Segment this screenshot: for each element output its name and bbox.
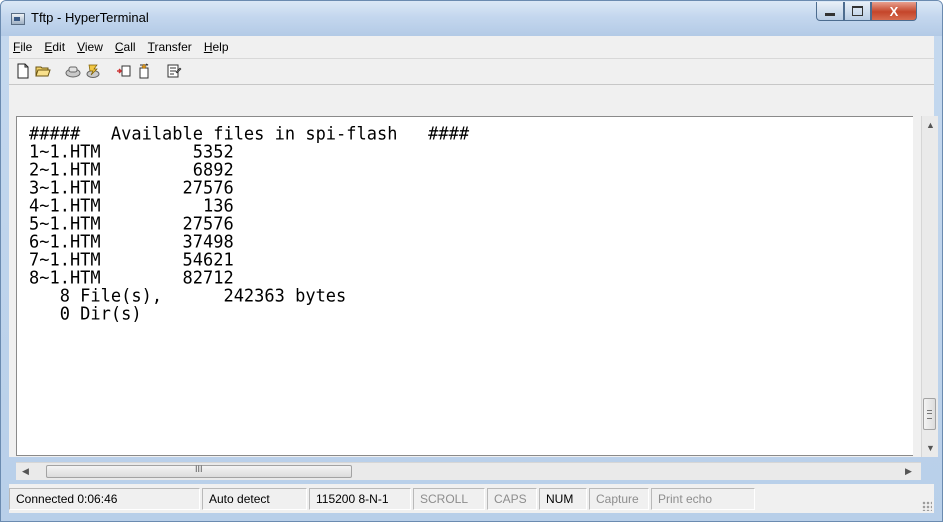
title-bar[interactable]: Tftp - HyperTerminal X (1, 1, 942, 36)
receive-file-icon (139, 63, 149, 79)
properties-icon (167, 64, 182, 78)
send-button[interactable] (116, 63, 132, 79)
status-settings: 115200 8-N-1 (309, 487, 411, 510)
grip-icon (927, 410, 932, 419)
terminal-line: 3~1.HTM 27576 (29, 177, 234, 199)
menu-file[interactable]: File (9, 40, 38, 54)
terminal-line: 1~1.HTM 5352 (29, 141, 234, 163)
toolbar (9, 59, 934, 85)
vertical-scroll-thumb[interactable] (923, 398, 936, 430)
window-title: Tftp - HyperTerminal (31, 10, 149, 25)
status-emulation: Auto detect (202, 487, 307, 510)
menu-transfer[interactable]: Transfer (142, 40, 198, 54)
open-icon (35, 66, 51, 77)
maximize-icon (852, 6, 863, 16)
terminal-line: 4~1.HTM 136 (29, 195, 234, 217)
menu-help[interactable]: Help (198, 40, 235, 54)
terminal-frame: ##### Available files in spi-flash #### … (9, 85, 934, 457)
maximize-button[interactable] (844, 2, 871, 21)
disconnect-button[interactable] (85, 63, 101, 79)
terminal-line: ##### Available files in spi-flash #### (29, 123, 470, 145)
status-print-echo: Print echo (651, 487, 755, 510)
menu-bar: File Edit View Call Transfer Help (9, 36, 934, 59)
send-file-icon (117, 65, 131, 77)
disconnect-icon (86, 64, 100, 78)
menu-view[interactable]: View (71, 40, 109, 54)
properties-button[interactable] (166, 63, 182, 79)
grip-icon: III (195, 464, 203, 474)
status-capture: Capture (589, 487, 649, 510)
new-connection-icon (17, 63, 29, 79)
scroll-right-arrow-icon[interactable]: ▶ (905, 467, 912, 476)
terminal-line: 6~1.HTM 37498 (29, 231, 234, 253)
terminal-screen[interactable]: ##### Available files in spi-flash #### … (16, 116, 913, 456)
terminal-line: 8~1.HTM 82712 (29, 267, 234, 289)
scroll-up-arrow-icon[interactable]: ▲ (926, 121, 935, 130)
new-connection-button[interactable] (15, 63, 31, 79)
scroll-left-arrow-icon[interactable]: ◀ (22, 467, 29, 476)
connect-button[interactable] (65, 63, 81, 79)
connect-phone-icon (65, 66, 81, 78)
close-icon: X (889, 3, 899, 19)
open-button[interactable] (35, 63, 51, 79)
scroll-down-arrow-icon[interactable]: ▼ (926, 444, 935, 453)
status-scroll: SCROLL (413, 487, 485, 510)
close-button[interactable]: X (871, 2, 917, 21)
terminal-line: 8 File(s), 242363 bytes (29, 285, 347, 307)
terminal-line: 2~1.HTM 6892 (29, 159, 234, 181)
terminal-line: 7~1.HTM 54621 (29, 249, 234, 271)
terminal-line: 0 Dir(s) (29, 303, 142, 325)
minimize-button[interactable] (816, 2, 844, 21)
horizontal-scrollbar[interactable]: ◀ III ▶ (16, 462, 921, 480)
status-num: NUM (539, 487, 587, 510)
hyperterminal-app-icon[interactable] (11, 13, 25, 25)
terminal-line: 5~1.HTM 27576 (29, 213, 234, 235)
hyperterminal-window: Tftp - HyperTerminal X File Edit View Ca… (0, 0, 943, 522)
vertical-scrollbar[interactable]: ▲ ▼ (921, 116, 938, 457)
status-caps: CAPS (487, 487, 537, 510)
menu-edit[interactable]: Edit (38, 40, 71, 54)
status-bar: Connected 0:06:46 Auto detect 115200 8-N… (9, 484, 934, 513)
receive-button[interactable] (136, 63, 152, 79)
status-connected: Connected 0:06:46 (9, 487, 200, 510)
horizontal-scroll-thumb[interactable]: III (46, 464, 352, 478)
menu-call[interactable]: Call (109, 40, 142, 54)
resize-grip-icon[interactable] (922, 501, 932, 511)
minimize-icon (825, 13, 835, 16)
